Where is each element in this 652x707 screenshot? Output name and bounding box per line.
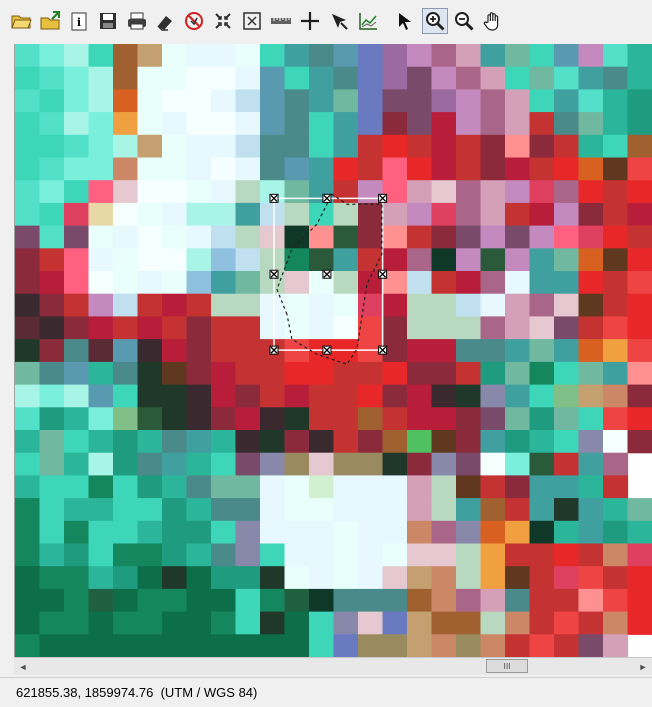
handle-e[interactable] bbox=[378, 269, 388, 279]
shrink-button[interactable] bbox=[210, 8, 236, 34]
expand-button[interactable] bbox=[239, 8, 265, 34]
zoom-out-button[interactable] bbox=[451, 8, 477, 34]
selection-overlay bbox=[269, 193, 388, 365]
zoom-in-button[interactable] bbox=[422, 8, 448, 34]
expand-icon bbox=[243, 12, 261, 30]
eraser-button[interactable] bbox=[152, 8, 178, 34]
toolbar: i bbox=[0, 0, 652, 44]
chart-button[interactable] bbox=[355, 8, 381, 34]
handle-ne[interactable] bbox=[378, 193, 388, 203]
coordinate-readout: 621855.38, 1859974.76 (UTM / WGS 84) bbox=[16, 685, 258, 700]
select-arrow-button[interactable] bbox=[393, 8, 419, 34]
selection-polygon bbox=[276, 193, 383, 365]
export-button[interactable] bbox=[37, 8, 63, 34]
scroll-left-arrow[interactable]: ◄ bbox=[14, 658, 32, 675]
handle-sw[interactable] bbox=[269, 345, 279, 355]
scroll-right-arrow[interactable]: ► bbox=[634, 658, 652, 675]
crosshair-button[interactable] bbox=[297, 8, 323, 34]
shrink-icon bbox=[215, 13, 231, 29]
open-folder-button[interactable] bbox=[8, 8, 34, 34]
save-button[interactable] bbox=[95, 8, 121, 34]
export-icon bbox=[40, 11, 60, 30]
handle-s[interactable] bbox=[322, 345, 332, 355]
edit-pointer-button[interactable] bbox=[326, 8, 352, 34]
print-button[interactable] bbox=[124, 8, 150, 34]
handle-n[interactable] bbox=[322, 193, 332, 203]
crosshair-icon bbox=[301, 12, 319, 30]
open-folder-icon bbox=[11, 15, 32, 29]
map-viewport[interactable] bbox=[14, 44, 652, 657]
zoom-in-icon bbox=[426, 12, 445, 31]
status-bar: 621855.38, 1859974.76 (UTM / WGS 84) bbox=[0, 677, 652, 707]
info-icon: i bbox=[71, 12, 87, 31]
save-icon bbox=[100, 13, 116, 29]
print-icon bbox=[128, 12, 146, 30]
ruler-button[interactable] bbox=[268, 8, 294, 34]
ruler-icon bbox=[271, 18, 291, 24]
clear-selection-icon bbox=[185, 12, 203, 30]
eraser-icon bbox=[157, 16, 172, 31]
info-button[interactable]: i bbox=[66, 8, 92, 34]
handle-nw[interactable] bbox=[269, 193, 279, 203]
clear-selection-button[interactable] bbox=[181, 8, 207, 34]
chart-icon bbox=[359, 13, 377, 30]
select-arrow-icon bbox=[399, 13, 411, 30]
scroll-thumb[interactable]: III bbox=[486, 659, 528, 673]
pan-hand-button[interactable] bbox=[480, 8, 506, 34]
horizontal-scrollbar[interactable]: ◄ III ► bbox=[14, 657, 652, 675]
handle-center[interactable] bbox=[322, 269, 332, 279]
edit-pointer-icon bbox=[332, 14, 348, 30]
handle-w[interactable] bbox=[269, 269, 279, 279]
svg-text:i: i bbox=[77, 16, 81, 29]
zoom-out-icon bbox=[455, 12, 474, 31]
pan-hand-icon bbox=[483, 12, 499, 31]
handle-se[interactable] bbox=[378, 345, 388, 355]
